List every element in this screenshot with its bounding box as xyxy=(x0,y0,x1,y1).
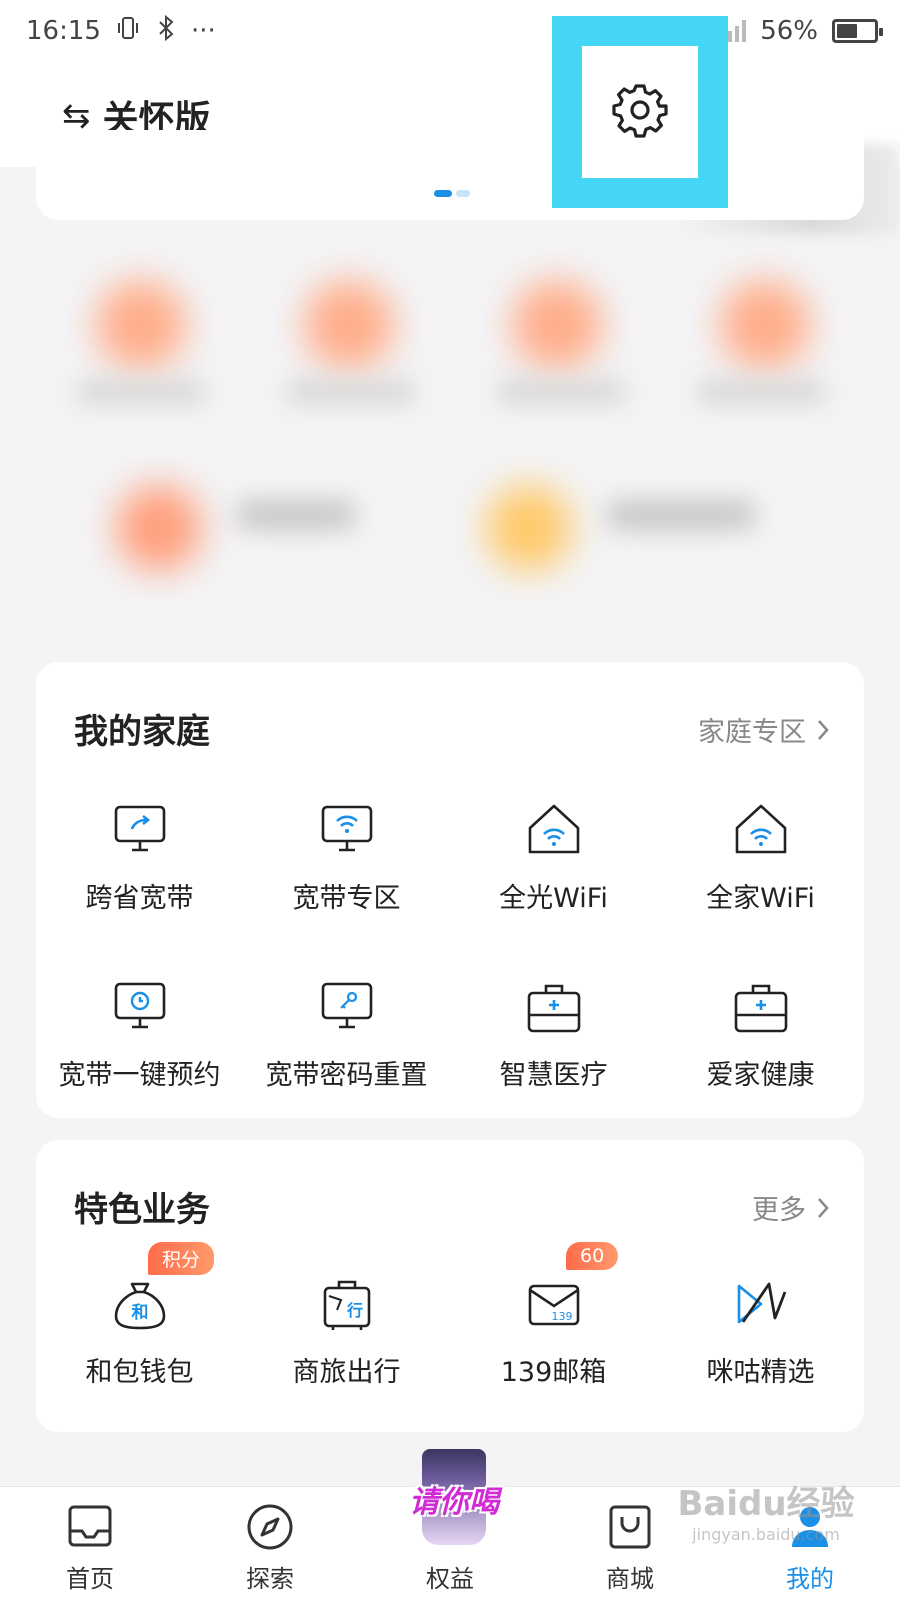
features-grid: 积分 和 和包钱包 行 商旅出行 60 139 139邮箱 咪咕精选 xyxy=(36,1242,864,1389)
family-item-label: 全光WiFi xyxy=(499,883,608,914)
family-item-label: 宽带专区 xyxy=(292,883,401,914)
family-item-label: 宽带一键预约 xyxy=(58,1060,221,1091)
feature-item-139-mail[interactable]: 60 139 139邮箱 xyxy=(450,1242,657,1389)
mail-icon: 139 xyxy=(528,1284,579,1326)
family-card: 我的家庭 家庭专区 跨省宽带 宽带专区 全光WiFi 全家WiFi 宽带一键预约… xyxy=(36,662,864,1118)
family-item-label: 跨省宽带 xyxy=(85,883,194,914)
house-wifi-icon xyxy=(735,804,786,854)
status-bar: 16:15 ··· 56% xyxy=(0,0,900,62)
family-item-full-optical-wifi[interactable]: 全光WiFi xyxy=(450,798,657,915)
blurred-text xyxy=(286,380,416,404)
more-link[interactable]: 更多 xyxy=(752,1188,830,1227)
medical-kit-icon xyxy=(734,984,787,1033)
features-card: 特色业务 更多 积分 和 和包钱包 行 商旅出行 60 139 139邮箱 咪咕… xyxy=(36,1140,864,1432)
battery-icon xyxy=(832,19,883,43)
blurred-text xyxy=(606,500,756,530)
nav-label: 探索 xyxy=(246,1565,294,1593)
promo-text: 请你喝 xyxy=(409,1485,499,1520)
monitor-wifi-icon xyxy=(321,805,372,852)
more-link-label: 更多 xyxy=(752,1195,806,1226)
points-badge: 积分 xyxy=(148,1242,215,1275)
gear-icon xyxy=(612,84,668,138)
migu-icon xyxy=(737,1282,786,1324)
blurred-icon xyxy=(116,485,202,571)
compass-icon xyxy=(247,1504,293,1550)
family-item-password-reset[interactable]: 宽带密码重置 xyxy=(243,975,450,1092)
blurred-icon xyxy=(96,280,186,370)
feature-item-migu-selection[interactable]: 咪咕精选 xyxy=(657,1272,864,1389)
medical-kit-icon xyxy=(527,984,580,1033)
promo-drink-image: 请你喝 xyxy=(394,1445,514,1555)
family-item-smart-medical[interactable]: 智慧医疗 xyxy=(450,975,657,1092)
blurred-icon xyxy=(304,280,394,370)
family-item-label: 宽带密码重置 xyxy=(265,1060,428,1091)
family-item-home-health[interactable]: 爱家健康 xyxy=(657,975,864,1092)
family-zone-link-label: 家庭专区 xyxy=(698,717,806,748)
blurred-icon xyxy=(486,485,572,571)
blurred-text xyxy=(76,380,206,404)
family-item-whole-home-wifi[interactable]: 全家WiFi xyxy=(657,798,864,915)
money-bag-icon: 和 xyxy=(114,1282,165,1330)
battery-fill xyxy=(837,24,858,38)
nav-benefits[interactable]: 请你喝 权益 xyxy=(360,1449,540,1600)
feature-item-label: 和包钱包 xyxy=(85,1357,194,1388)
watermark-brand: Baidu经验 xyxy=(677,1484,855,1524)
family-item-broadband-booking[interactable]: 宽带一键预约 xyxy=(36,975,243,1092)
nav-explore[interactable]: 探索 xyxy=(180,1487,360,1600)
features-card-title: 特色业务 xyxy=(74,1190,210,1230)
banner-card xyxy=(36,130,864,220)
wallet-icon-text: 和 xyxy=(131,1303,148,1323)
more-notifications-icon: ··· xyxy=(190,16,216,46)
suitcase-icon: 行 xyxy=(323,1280,370,1330)
home-icon xyxy=(68,1505,112,1547)
watermark-url: jingyan.baidu.com xyxy=(692,1525,840,1544)
pagination-dot-active xyxy=(434,190,452,197)
bluetooth-icon xyxy=(155,14,177,48)
battery-percentage: 56% xyxy=(760,16,818,46)
settings-highlight-frame xyxy=(552,16,728,208)
family-zone-link[interactable]: 家庭专区 xyxy=(698,710,830,749)
nav-home[interactable]: 首页 xyxy=(0,1487,180,1600)
family-item-label: 爱家健康 xyxy=(706,1060,815,1091)
monitor-key-icon xyxy=(321,982,372,1029)
feature-item-hebao-wallet[interactable]: 积分 和 和包钱包 xyxy=(36,1242,243,1389)
mail-icon-text: 139 xyxy=(551,1310,572,1323)
family-item-label: 智慧医疗 xyxy=(499,1060,608,1091)
status-time: 16:15 xyxy=(26,16,101,46)
unread-count-badge: 60 xyxy=(566,1242,619,1270)
blurred-text xyxy=(496,380,626,404)
family-item-label: 全家WiFi xyxy=(706,883,815,914)
settings-button[interactable] xyxy=(612,82,668,142)
vibrate-icon xyxy=(115,15,141,48)
nav-label: 商城 xyxy=(606,1565,654,1593)
house-wifi-icon xyxy=(528,804,579,854)
baidu-watermark: Baidu经验 jingyan.baidu.com xyxy=(676,1476,856,1544)
feature-item-label: 咪咕精选 xyxy=(706,1357,815,1388)
feature-item-label: 商旅出行 xyxy=(292,1357,401,1388)
status-left: 16:15 ··· xyxy=(26,14,216,48)
monitor-share-icon xyxy=(114,805,165,852)
feature-item-business-travel[interactable]: 行 商旅出行 xyxy=(243,1272,450,1389)
banner-pagination xyxy=(434,190,470,197)
feature-item-label: 139邮箱 xyxy=(500,1357,607,1388)
nav-label: 首页 xyxy=(66,1565,114,1593)
nav-label: 权益 xyxy=(426,1565,474,1593)
shopping-bag-icon xyxy=(609,1505,651,1549)
family-grid: 跨省宽带 宽带专区 全光WiFi 全家WiFi 宽带一键预约 宽带密码重置 智慧… xyxy=(36,798,864,1092)
family-item-cross-province-broadband[interactable]: 跨省宽带 xyxy=(36,798,243,915)
chevron-right-icon xyxy=(818,1197,829,1218)
family-item-broadband-zone[interactable]: 宽带专区 xyxy=(243,798,450,915)
blurred-text xyxy=(236,500,356,530)
nav-label: 我的 xyxy=(786,1565,834,1593)
blurred-icon xyxy=(512,280,602,370)
blurred-text xyxy=(696,380,826,404)
blurred-content-region xyxy=(36,230,864,650)
chevron-right-icon xyxy=(818,719,829,740)
blurred-icon xyxy=(720,280,810,370)
pagination-dot xyxy=(456,190,470,197)
monitor-clock-icon xyxy=(114,982,165,1029)
travel-icon-text: 行 xyxy=(345,1301,362,1320)
family-card-title: 我的家庭 xyxy=(74,712,210,752)
status-right: 56% xyxy=(721,16,883,46)
